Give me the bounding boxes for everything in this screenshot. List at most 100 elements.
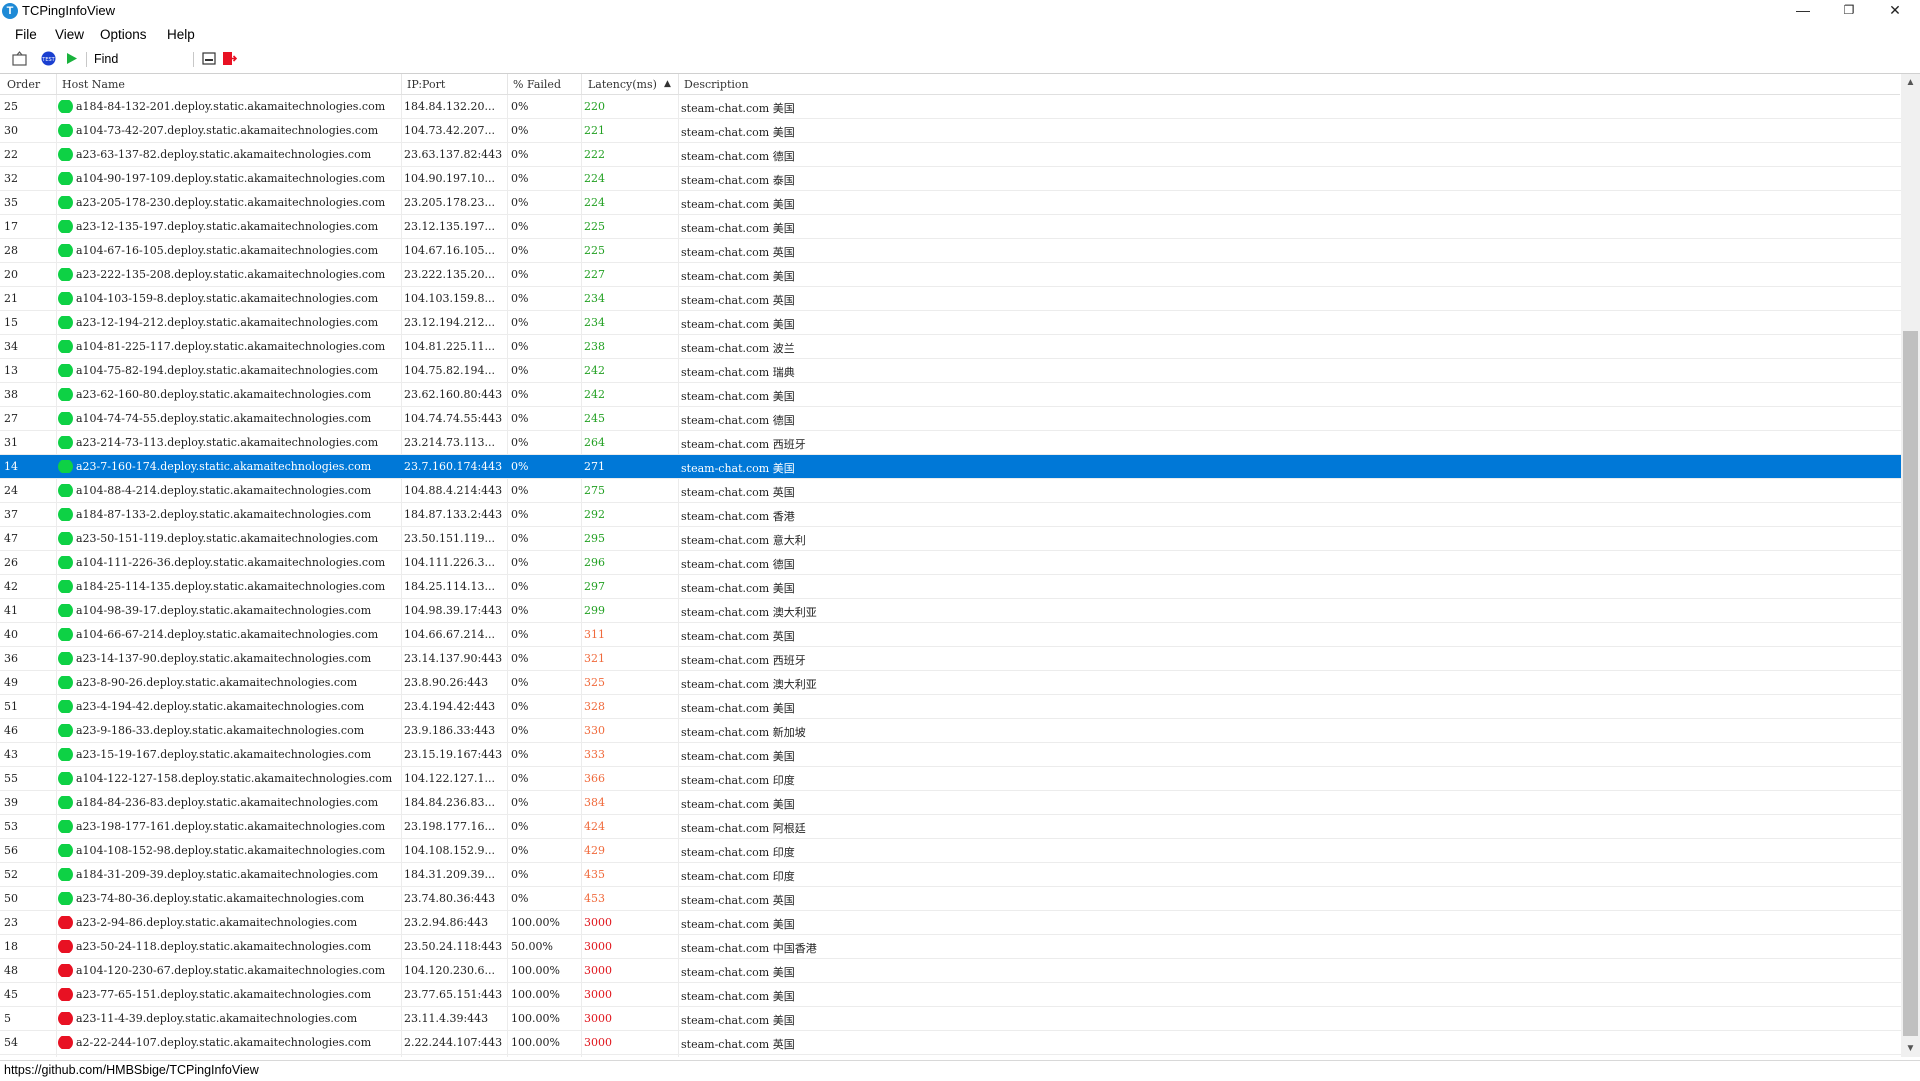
test-icon[interactable]: TEST bbox=[41, 51, 56, 66]
scroll-up-icon[interactable]: ▲ bbox=[1901, 74, 1920, 91]
close-button[interactable]: ✕ bbox=[1872, 0, 1918, 22]
table-row[interactable]: 39a184-84-236-83.deploy.static.akamaitec… bbox=[0, 791, 1901, 815]
table-row[interactable]: 27a104-74-74-55.deploy.static.akamaitech… bbox=[0, 407, 1901, 431]
table-row[interactable]: 43a23-15-19-167.deploy.static.akamaitech… bbox=[0, 743, 1901, 767]
column-separator[interactable] bbox=[581, 74, 582, 94]
table-row[interactable]: 22a23-63-137-82.deploy.static.akamaitech… bbox=[0, 143, 1901, 167]
column-header-order[interactable]: Order bbox=[7, 78, 40, 91]
start-icon[interactable] bbox=[64, 51, 79, 66]
table-row[interactable]: 14a23-7-160-174.deploy.static.akamaitech… bbox=[0, 455, 1901, 479]
table-row[interactable]: 37a184-87-133-2.deploy.static.akamaitech… bbox=[0, 503, 1901, 527]
table-row[interactable]: 40a104-66-67-214.deploy.static.akamaitec… bbox=[0, 623, 1901, 647]
table-row[interactable]: 50a23-74-80-36.deploy.static.akamaitechn… bbox=[0, 887, 1901, 911]
table-row[interactable]: 56a104-108-152-98.deploy.static.akamaite… bbox=[0, 839, 1901, 863]
host-name: a104-90-197-109.deploy.static.akamaitech… bbox=[76, 172, 385, 185]
table-row[interactable]: 18a23-50-24-118.deploy.static.akamaitech… bbox=[0, 935, 1901, 959]
menu-options[interactable]: Options bbox=[100, 27, 147, 42]
column-separator[interactable] bbox=[678, 74, 679, 94]
minimize-tray-icon[interactable] bbox=[202, 51, 217, 66]
column-header-description[interactable]: Description bbox=[684, 78, 749, 91]
table-row[interactable]: 51a23-4-194-42.deploy.static.akamaitechn… bbox=[0, 695, 1901, 719]
menu-file[interactable]: File bbox=[15, 27, 37, 42]
column-header-latency[interactable]: Latency(ms) bbox=[588, 78, 657, 91]
cell-order: 42 bbox=[4, 580, 48, 593]
column-separator[interactable] bbox=[56, 74, 57, 94]
status-bar: https://github.com/HMBSbige/TCPingInfoVi… bbox=[0, 1060, 1920, 1081]
table-row[interactable]: 38a23-62-160-80.deploy.static.akamaitech… bbox=[0, 383, 1901, 407]
cell-host: a23-14-137-90.deploy.static.akamaitechno… bbox=[58, 652, 416, 665]
table-row[interactable]: 20a23-222-135-208.deploy.static.akamaite… bbox=[0, 263, 1901, 287]
table-row[interactable]: 42a184-25-114-135.deploy.static.akamaite… bbox=[0, 575, 1901, 599]
cell-order: 30 bbox=[4, 124, 48, 137]
table-row[interactable]: 25a184-84-132-201.deploy.static.akamaite… bbox=[0, 95, 1901, 119]
cell-description: steam-chat.com 英国 bbox=[681, 292, 1081, 308]
table-row[interactable]: 30a104-73-42-207.deploy.static.akamaitec… bbox=[0, 119, 1901, 143]
cell-failed: 0% bbox=[511, 292, 581, 305]
cell-order: 40 bbox=[4, 628, 48, 641]
table-row[interactable]: 54a2-22-244-107.deploy.static.akamaitech… bbox=[0, 1031, 1901, 1055]
column-header-host[interactable]: Host Name bbox=[62, 78, 125, 91]
table-row[interactable]: 26a104-111-226-36.deploy.static.akamaite… bbox=[0, 551, 1901, 575]
table-row[interactable]: 23a23-2-94-86.deploy.static.akamaitechno… bbox=[0, 911, 1901, 935]
menu-help[interactable]: Help bbox=[167, 27, 195, 42]
table-row[interactable]: 45a23-77-65-151.deploy.static.akamaitech… bbox=[0, 983, 1901, 1007]
cell-ip: 104.74.74.55:443 bbox=[404, 412, 504, 425]
cell-ip: 104.122.127.1... bbox=[404, 772, 504, 785]
minimize-button[interactable]: — bbox=[1780, 0, 1826, 22]
table-row[interactable]: 53a23-198-177-161.deploy.static.akamaite… bbox=[0, 815, 1901, 839]
column-header-ip[interactable]: IP:Port bbox=[407, 78, 445, 91]
host-name: a23-214-73-113.deploy.static.akamaitechn… bbox=[76, 436, 378, 449]
table-row[interactable]: 21a104-103-159-8.deploy.static.akamaitec… bbox=[0, 287, 1901, 311]
cell-order: 39 bbox=[4, 796, 48, 809]
table-row[interactable]: 28a104-67-16-105.deploy.static.akamaitec… bbox=[0, 239, 1901, 263]
results-list[interactable]: Order Host Name IP:Port % Failed Latency… bbox=[0, 73, 1920, 1057]
cell-description: steam-chat.com 美国 bbox=[681, 196, 1081, 212]
host-name: a23-222-135-208.deploy.static.akamaitech… bbox=[76, 268, 385, 281]
cell-description: steam-chat.com 英国 bbox=[681, 892, 1081, 908]
cell-order: 49 bbox=[4, 676, 48, 689]
find-label[interactable]: Find bbox=[94, 52, 118, 66]
table-row[interactable]: 34a104-81-225-117.deploy.static.akamaite… bbox=[0, 335, 1901, 359]
cell-description: steam-chat.com 美国 bbox=[681, 748, 1081, 764]
cell-latency: 325 bbox=[584, 676, 674, 689]
host-name: a23-77-65-151.deploy.static.akamaitechno… bbox=[76, 988, 371, 1001]
window-title: TCPingInfoView bbox=[22, 3, 115, 18]
status-ok-icon bbox=[58, 196, 73, 209]
table-row[interactable]: 55a104-122-127-158.deploy.static.akamait… bbox=[0, 767, 1901, 791]
vertical-scrollbar[interactable]: ▲ ▼ bbox=[1901, 74, 1920, 1057]
cell-description: steam-chat.com 新加坡 bbox=[681, 724, 1081, 740]
table-row[interactable]: 36a23-14-137-90.deploy.static.akamaitech… bbox=[0, 647, 1901, 671]
table-row[interactable]: 49a23-8-90-26.deploy.static.akamaitechno… bbox=[0, 671, 1901, 695]
column-header-failed[interactable]: % Failed bbox=[513, 78, 561, 91]
table-row[interactable]: 5a23-11-4-39.deploy.static.akamaitechnol… bbox=[0, 1007, 1901, 1031]
table-row[interactable]: 44a92-123-114-92.deploy.static.akamaitec… bbox=[0, 1055, 1901, 1057]
table-row[interactable]: 52a184-31-209-39.deploy.static.akamaitec… bbox=[0, 863, 1901, 887]
cell-order: 26 bbox=[4, 556, 48, 569]
table-row[interactable]: 48a104-120-230-67.deploy.static.akamaite… bbox=[0, 959, 1901, 983]
table-row[interactable]: 46a23-9-186-33.deploy.static.akamaitechn… bbox=[0, 719, 1901, 743]
column-separator[interactable] bbox=[401, 74, 402, 94]
menu-view[interactable]: View bbox=[55, 27, 84, 42]
table-row[interactable]: 35a23-205-178-230.deploy.static.akamaite… bbox=[0, 191, 1901, 215]
cell-host: a104-108-152-98.deploy.static.akamaitech… bbox=[58, 844, 416, 857]
status-text[interactable]: https://github.com/HMBSbige/TCPingInfoVi… bbox=[4, 1063, 259, 1077]
table-row[interactable]: 13a104-75-82-194.deploy.static.akamaitec… bbox=[0, 359, 1901, 383]
scroll-thumb[interactable] bbox=[1903, 331, 1918, 1036]
restore-button[interactable]: ❐ bbox=[1826, 0, 1872, 22]
exit-icon[interactable] bbox=[222, 51, 237, 66]
table-row[interactable]: 32a104-90-197-109.deploy.static.akamaite… bbox=[0, 167, 1901, 191]
cell-description: steam-chat.com 澳大利亚 bbox=[681, 604, 1081, 620]
table-row[interactable]: 41a104-98-39-17.deploy.static.akamaitech… bbox=[0, 599, 1901, 623]
cell-failed: 0% bbox=[511, 820, 581, 833]
host-name: a104-108-152-98.deploy.static.akamaitech… bbox=[76, 844, 385, 857]
table-row[interactable]: 17a23-12-135-197.deploy.static.akamaitec… bbox=[0, 215, 1901, 239]
table-row[interactable]: 15a23-12-194-212.deploy.static.akamaitec… bbox=[0, 311, 1901, 335]
cell-description: steam-chat.com 美国 bbox=[681, 1012, 1081, 1028]
table-row[interactable]: 47a23-50-151-119.deploy.static.akamaitec… bbox=[0, 527, 1901, 551]
column-separator[interactable] bbox=[507, 74, 508, 94]
load-list-icon[interactable] bbox=[12, 51, 27, 66]
table-row[interactable]: 24a104-88-4-214.deploy.static.akamaitech… bbox=[0, 479, 1901, 503]
table-row[interactable]: 31a23-214-73-113.deploy.static.akamaitec… bbox=[0, 431, 1901, 455]
cell-failed: 0% bbox=[511, 604, 581, 617]
scroll-down-icon[interactable]: ▼ bbox=[1901, 1040, 1920, 1057]
